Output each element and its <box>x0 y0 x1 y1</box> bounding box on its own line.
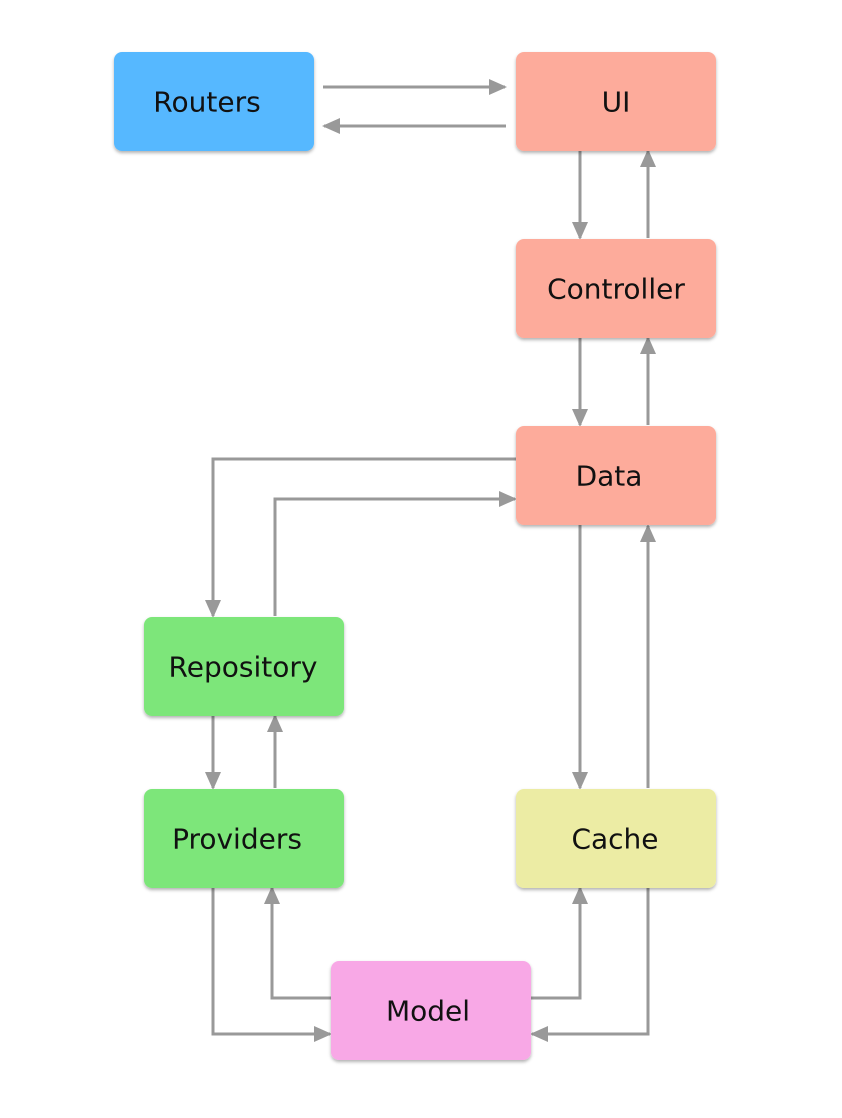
node-label: Data <box>576 460 643 493</box>
edge-model-to-providers <box>264 886 331 1000</box>
node-routers: Routers <box>114 52 314 151</box>
edge-cache-to-model <box>530 888 650 1042</box>
node-model: Model <box>331 961 531 1060</box>
node-controller: Controller <box>516 239 716 338</box>
node-data: Data <box>516 426 716 525</box>
node-label: Controller <box>547 273 685 306</box>
node-label: Providers <box>172 823 302 856</box>
architecture-diagram: Routers UI Controller Data Repository Pr… <box>114 52 716 1060</box>
edge-model-to-cache <box>531 886 588 1000</box>
node-repository: Repository <box>144 617 344 716</box>
node-ui: UI <box>516 52 716 151</box>
node-cache: Cache <box>516 789 716 888</box>
node-label: Cache <box>571 823 658 856</box>
node-label: Model <box>386 995 470 1028</box>
node-label: Routers <box>153 86 260 119</box>
edge-repository-to-data <box>273 491 517 616</box>
edge-data-to-repository <box>205 457 516 618</box>
node-providers: Providers <box>144 789 344 888</box>
node-label: UI <box>602 86 631 119</box>
node-label: Repository <box>169 651 318 684</box>
